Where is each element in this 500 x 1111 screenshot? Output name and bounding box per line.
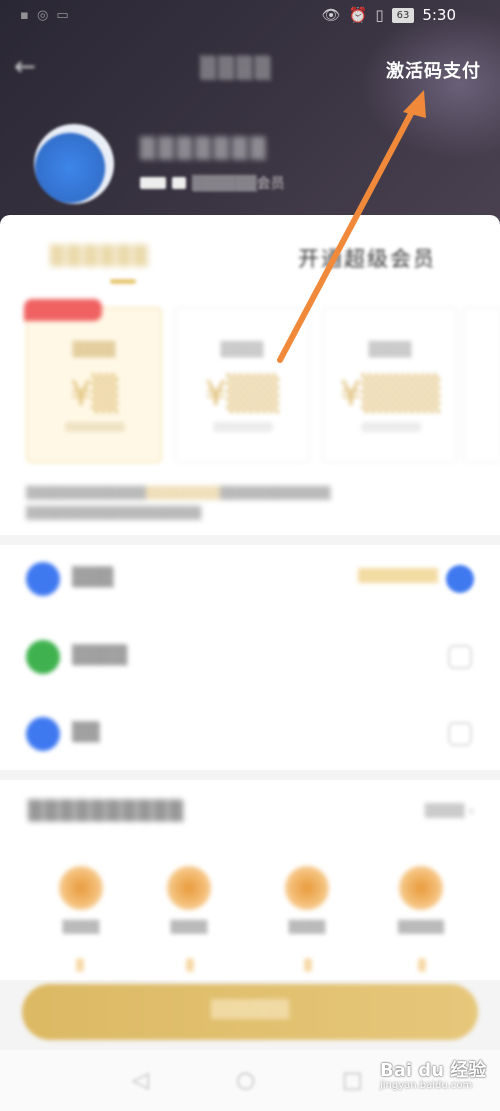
tab-active-indicator <box>110 279 136 284</box>
header-glow <box>360 10 500 160</box>
payment-methods: ▒▒▒ ▒▒▒▒▒▒▒▒ ▒▒▒▒ ▒▒ <box>0 545 500 770</box>
tab-super-vip[interactable]: 开通超级会员 <box>298 243 436 273</box>
benefit-icon <box>399 866 443 910</box>
plan-ribbon-badge <box>24 299 102 321</box>
plan-name: ▒▒▒▒ <box>368 342 412 358</box>
nav-recent-icon[interactable]: □ <box>342 1068 363 1093</box>
benefit-row2-icon <box>304 958 312 972</box>
open-vip-button[interactable]: ▒▒▒▒▒▒ <box>22 984 478 1040</box>
benefit-icon <box>285 866 329 910</box>
avatar[interactable] <box>34 124 114 204</box>
plan-price: ¥▒▒▒ <box>339 374 441 414</box>
nav-home-icon[interactable]: ○ <box>236 1068 255 1093</box>
vibrate-icon: ▯ <box>375 6 384 24</box>
benefit-icon <box>167 866 211 910</box>
vip-badge <box>140 177 166 189</box>
vip-badge-small <box>172 177 186 189</box>
tab-basic-vip[interactable]: ▒▒▒▒▒▒ <box>50 245 150 267</box>
wechat-pay-icon <box>26 640 60 674</box>
auto-renew-notice: ▒▒▒▒▒▒▒▒▒▒▒▒▒▒▒▒▒▒▒▒▒▒▒▒▒▒▒▒▒▒▒▒▒ ▒▒▒▒▒▒▒… <box>26 486 331 520</box>
plan-price: ¥▒▒ <box>205 374 279 414</box>
username: ▒▒▒▒▒▒▒ <box>140 136 269 160</box>
open-vip-button-label: ▒▒▒▒▒▒ <box>210 1000 290 1020</box>
benefit-row2-icon <box>76 958 84 972</box>
alarm-icon: ⏰ <box>348 6 368 24</box>
benefits-title: ▒▒▒▒▒▒▒▒▒▒ <box>28 800 185 822</box>
arrow-left-icon[interactable]: ← <box>14 52 36 82</box>
benefit-item[interactable]: ▒▒▒▒ <box>36 866 126 934</box>
nav-back-icon[interactable]: ◁ <box>132 1068 149 1093</box>
activate-code-pay-link[interactable]: 激活码支付 <box>386 57 481 83</box>
status-left-icons: ▪ ◎ ▭ <box>20 8 71 23</box>
status-bar: ▪ ◎ ▭ 👁 ⏰ ▯ 63 5:30 <box>0 6 500 32</box>
plan-card-4[interactable] <box>462 307 500 463</box>
other-pay-icon <box>26 717 60 751</box>
membership-tabs: ▒▒▒▒▒▒ 开通超级会员 <box>0 239 500 284</box>
benefit-icon <box>59 866 103 910</box>
pay-row-wechat[interactable]: ▒▒▒▒ <box>0 623 500 693</box>
status-right: 👁 ⏰ ▯ 63 5:30 <box>322 6 456 24</box>
pay-row-other[interactable]: ▒▒ <box>0 700 500 770</box>
pay-row-alipay[interactable]: ▒▒▒ ▒▒▒▒▒▒▒▒ <box>0 545 500 615</box>
benefit-row2-icon <box>418 958 426 972</box>
plan-card-3[interactable]: ▒▒▒▒ ¥▒▒▒ <box>322 307 458 463</box>
pay-label-alipay: ▒▒▒ <box>72 567 114 588</box>
benefit-item[interactable]: ▒▒▒▒▒ <box>376 866 466 934</box>
header: ▪ ◎ ▭ 👁 ⏰ ▯ 63 5:30 ← ▒▒▒▒ 激活码支付 ▒▒▒▒▒▒▒… <box>0 0 500 225</box>
vip-benefits: ▒▒▒▒▒▒▒▒▒▒ ▒▒▒▒ › ▒▒▒▒ ▒▒▒▒ ▒▒▒▒ ▒▒▒▒▒ <box>0 780 500 980</box>
pay-label-wechat: ▒▒▒▒ <box>72 645 128 666</box>
plan-name: ▒▒▒▒ <box>72 342 116 358</box>
vip-suffix: 会员 <box>256 176 285 192</box>
plan-price: ¥▒ <box>70 374 118 414</box>
radio-selected-icon[interactable] <box>446 565 474 593</box>
watermark-brand: Bai du 经验 <box>380 1060 487 1081</box>
benefit-item[interactable]: ▒▒▒▒ <box>144 866 234 934</box>
plan-card-2[interactable]: ▒▒▒▒ ¥▒▒ <box>174 307 310 463</box>
benefit-row2-icon <box>186 958 194 972</box>
pay-promo-note: ▒▒▒▒▒▒▒▒ <box>358 569 438 584</box>
plan-name: ▒▒▒▒ <box>220 342 264 358</box>
plan-card-1[interactable]: ▒▒▒▒ ¥▒ <box>26 307 162 463</box>
benefits-more-link[interactable]: ▒▒▒▒ › <box>425 804 474 819</box>
benefit-label: ▒▒▒▒ <box>62 920 100 934</box>
radio-unselected-icon[interactable] <box>448 645 472 669</box>
vip-status: ▒▒▒▒▒▒会员 <box>140 173 285 193</box>
status-time: 5:30 <box>422 6 456 24</box>
notice-highlight[interactable]: ▒▒▒▒▒▒▒▒ <box>146 486 220 500</box>
membership-card: ▒▒▒▒▒▒ 开通超级会员 ▒▒▒▒ ¥▒ ▒▒▒▒ ¥▒▒ ▒▒▒▒ ¥▒▒▒… <box>0 215 500 535</box>
pay-label-other: ▒▒ <box>72 722 100 743</box>
baidu-jingyan-watermark: Bai du 经验 jingyan.baidu.com <box>380 1056 490 1100</box>
plan-tag <box>65 422 125 432</box>
eye-icon: 👁 <box>321 6 341 24</box>
plan-list: ▒▒▒▒ ¥▒ ▒▒▒▒ ¥▒▒ ▒▒▒▒ ¥▒▒▒ <box>0 307 500 477</box>
benefit-item[interactable]: ▒▒▒▒ <box>262 866 352 934</box>
battery-icon: 63 <box>391 7 415 23</box>
alipay-icon <box>26 562 60 596</box>
radio-unselected-icon[interactable] <box>448 722 472 746</box>
plan-tag <box>213 422 273 432</box>
page-title: ▒▒▒▒ <box>200 56 273 80</box>
plan-tag <box>361 422 421 432</box>
benefit-label: ▒▒▒▒ <box>170 920 208 934</box>
benefit-label: ▒▒▒▒ <box>288 920 326 934</box>
benefit-label: ▒▒▒▒▒ <box>397 920 445 934</box>
vip-status-text: ▒▒▒▒▒▒会员 <box>192 176 285 192</box>
